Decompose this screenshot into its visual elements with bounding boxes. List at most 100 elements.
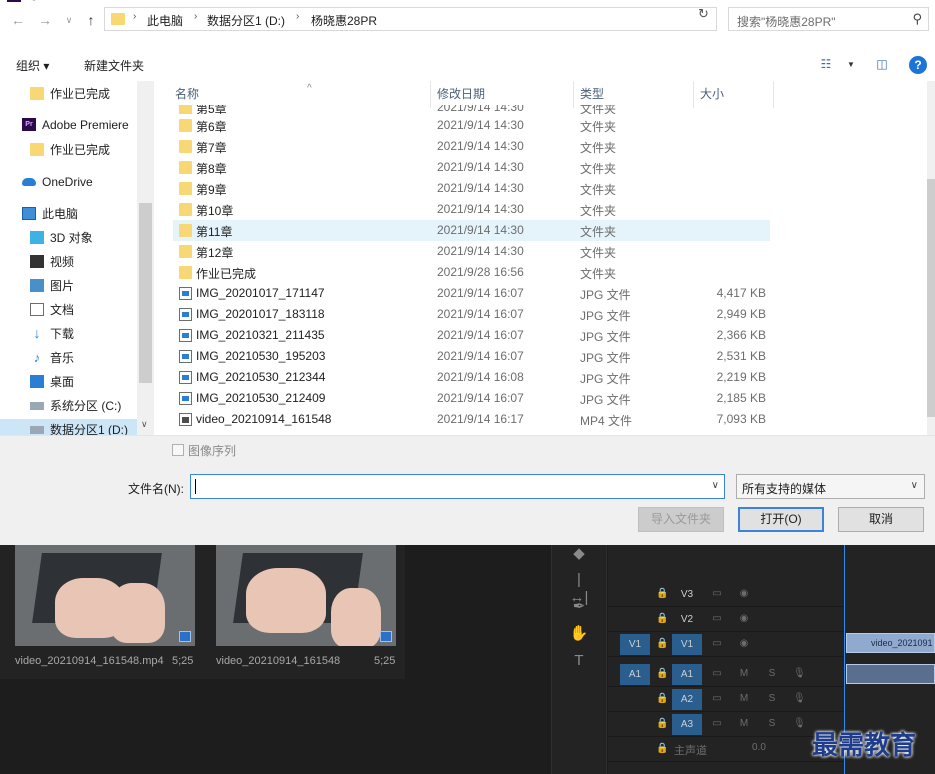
chevron-right-icon[interactable]: › [194,11,197,22]
nav-item[interactable]: ♪ 音乐 [30,347,154,369]
recent-dropdown-icon[interactable]: ∨ [60,11,78,29]
file-row[interactable]: 第7章 2021/9/14 14:30 文件夹 [173,136,770,157]
hand-tool-icon[interactable]: ✋ [568,625,590,643]
razor-tool-icon[interactable]: ◆ [568,545,590,563]
list-scrollbar[interactable] [927,81,935,435]
chevron-down-icon[interactable]: ∨ [141,419,148,430]
file-row-partial[interactable]: 第5章 2021/9/14 14:30 文件夹 [173,105,770,114]
up-arrow-icon[interactable]: ↑ [82,11,100,29]
track-label[interactable]: V2 [672,609,702,630]
image-sequence-checkbox[interactable] [172,444,184,456]
pen-tool-icon[interactable]: ✒ [568,598,590,616]
cancel-button[interactable]: 取消 [838,507,924,532]
column-header-size[interactable]: 大小 [694,81,774,108]
track-label[interactable]: V3 [672,584,702,605]
sync-icon[interactable]: ▭ [711,692,723,705]
sync-icon[interactable]: ▭ [711,587,723,600]
file-row[interactable]: IMG_20201017_183118 2021/9/14 16:07 JPG 文件… [173,304,770,325]
file-row[interactable]: 第12章 2021/9/14 14:30 文件夹 [173,241,770,262]
organize-button[interactable]: 组织 ▾ [16,57,49,74]
column-header-name[interactable]: 名称 ^ [169,81,431,108]
search-box[interactable]: 搜索"杨晓惠28PR" ⚲ [728,7,929,31]
sync-icon[interactable]: ▭ [711,637,723,650]
lock-icon[interactable]: 🔒 [656,587,668,600]
mute-icon[interactable]: M [738,692,750,705]
open-button[interactable]: 打开(O) [738,507,824,532]
file-row[interactable]: IMG_20210321_211435 2021/9/14 16:07 JPG 文件… [173,325,770,346]
chevron-right-icon[interactable]: › [133,11,136,22]
nav-item[interactable]: 作业已完成 [30,139,154,161]
track-label[interactable]: V1 [672,634,702,655]
nav-item[interactable]: 系统分区 (C:) [30,395,154,417]
mic-icon[interactable]: 🎙 [793,667,806,680]
view-options-icon[interactable]: ☷ [818,58,834,71]
breadcrumb-item[interactable]: 数据分区1 (D:) [207,12,285,29]
file-row[interactable]: IMG_20210530_212344 2021/9/14 16:08 JPG 文件… [173,367,770,388]
mic-icon[interactable]: 🎙 [793,692,806,705]
nav-item[interactable]: Pr Adobe Premiere [22,114,154,136]
clip-thumbnail[interactable] [216,543,396,646]
back-arrow-icon[interactable]: ← [9,11,27,29]
eye-icon[interactable]: ◉ [738,587,750,600]
forward-arrow-icon[interactable]: → [36,11,54,29]
nav-item[interactable]: 作业已完成 [30,83,154,105]
mute-icon[interactable]: M [738,717,750,730]
lock-icon[interactable]: 🔒 [656,742,668,755]
breadcrumb-item[interactable]: 此电脑 [147,12,183,29]
mute-icon[interactable]: M [738,667,750,680]
lock-icon[interactable]: 🔒 [656,692,668,705]
sync-icon[interactable]: ▭ [711,612,723,625]
new-folder-button[interactable]: 新建文件夹 [84,57,144,74]
nav-item-selected[interactable]: 数据分区1 (D:) [0,419,137,435]
lock-icon[interactable]: 🔒 [656,667,668,680]
filename-input[interactable]: ∨ [190,474,725,499]
scroll-thumb[interactable] [927,179,935,417]
lock-icon[interactable]: 🔒 [656,637,668,650]
lock-icon[interactable]: 🔒 [656,717,668,730]
solo-icon[interactable]: S [766,692,778,705]
solo-icon[interactable]: S [766,667,778,680]
file-row[interactable]: IMG_20201017_171147 2021/9/14 16:07 JPG 文件… [173,283,770,304]
chevron-right-icon[interactable]: › [296,11,299,22]
file-row[interactable]: video_20210914_161548 2021/9/14 16:17 MP4 … [173,409,770,430]
source-patch[interactable]: A1 [620,664,650,685]
clip-thumbnail[interactable] [15,543,195,646]
nav-item[interactable]: 此电脑 [22,203,154,225]
file-type-select[interactable]: 所有支持的媒体 ∨ [736,474,925,499]
solo-icon[interactable]: S [766,717,778,730]
slip-tool-icon[interactable]: |↔| [568,571,590,606]
chevron-down-icon[interactable]: ∨ [712,480,719,491]
preview-pane-icon[interactable]: ◫ [874,58,890,71]
nav-scrollbar[interactable]: ∨ [137,81,154,435]
timeline-video-clip[interactable]: video_2021091 [846,633,935,653]
breadcrumb-item[interactable]: 杨晓惠28PR [311,12,377,29]
nav-item[interactable]: 桌面 [30,371,154,393]
file-row[interactable]: IMG_20210530_212409 2021/9/14 16:07 JPG 文件… [173,388,770,409]
type-tool-icon[interactable]: T [568,652,590,670]
nav-item[interactable]: 文档 [30,299,154,321]
nav-item[interactable]: 视频 [30,251,154,273]
track-label[interactable]: A2 [672,689,702,710]
column-header-date[interactable]: 修改日期 [431,81,574,108]
eye-icon[interactable]: ◉ [738,612,750,625]
file-row[interactable]: IMG_20210530_195203 2021/9/14 16:07 JPG 文件… [173,346,770,367]
file-row[interactable]: 第8章 2021/9/14 14:30 文件夹 [173,157,770,178]
sync-icon[interactable]: ▭ [711,717,723,730]
lock-icon[interactable]: 🔒 [656,612,668,625]
timeline-audio-clip[interactable] [846,664,935,684]
nav-item[interactable]: OneDrive [22,171,154,193]
refresh-icon[interactable]: ↻ [698,6,709,22]
column-header-type[interactable]: 类型 [574,81,694,108]
file-row[interactable]: 第9章 2021/9/14 14:30 文件夹 [173,178,770,199]
file-row[interactable]: 第6章 2021/9/14 14:30 文件夹 [173,115,770,136]
help-icon[interactable]: ? [909,56,927,74]
chevron-down-icon[interactable]: ▼ [843,58,859,71]
track-label[interactable]: A1 [672,664,702,685]
file-row[interactable]: 第11章 2021/9/14 14:30 文件夹 [173,220,770,241]
source-patch[interactable]: V1 [620,634,650,655]
sync-icon[interactable]: ▭ [711,667,723,680]
file-row[interactable]: 作业已完成 2021/9/28 16:56 文件夹 [173,262,770,283]
nav-item[interactable]: ↓ 下载 [30,323,154,345]
nav-item[interactable]: 3D 对象 [30,227,154,249]
eye-icon[interactable]: ◉ [738,637,750,650]
